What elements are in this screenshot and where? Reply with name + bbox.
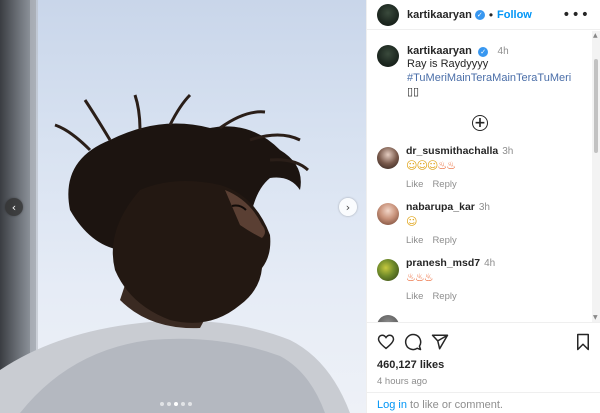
comment-time: 4h [484,258,496,269]
scrollbar-thumb[interactable] [594,59,598,153]
like-comment-button[interactable]: Like [406,235,423,246]
reply-button[interactable]: Reply [432,179,456,190]
share-icon[interactable] [431,333,449,351]
verified-badge-icon: ✓ [478,47,489,57]
previous-slide-button[interactable]: ‹ [5,198,23,216]
post-time: 4 hours ago [377,376,428,387]
post-footer: 460,127 likes 4 hours ago Log in to like… [367,322,600,413]
commenter-avatar[interactable] [377,259,399,281]
comments-list[interactable]: kartikaaryan ✓ 4h Ray is Raydyyyy #TuMer… [367,31,593,322]
commenter-avatar[interactable] [377,147,399,169]
hashtag-link[interactable]: #TuMeriMainTeraMainTeraTuMeri [407,72,571,84]
comment-text: ♨♨♨ [406,271,434,284]
commenter-avatar[interactable] [377,203,399,225]
heart-icon[interactable] [377,333,395,351]
comment-text: ☺☺☺♨♨ [406,159,456,172]
scroll-down-icon[interactable]: ▼ [593,314,598,321]
portrait-figure [0,93,350,413]
slide-indicator [160,402,192,406]
next-slide-button[interactable]: › [339,198,357,216]
bookmark-icon[interactable] [575,333,591,351]
comment-text: ☺ [406,215,418,228]
comment-item: nabarupa_kar 3h ☺ Like Reply [377,201,583,246]
slide-dot-active [174,402,178,406]
like-comment-button[interactable]: Like [406,291,423,302]
caption-text: Ray is Raydyyyy [407,58,489,70]
verified-badge-icon: ✓ [474,9,485,20]
action-bar [377,331,591,353]
commenter-username[interactable]: pranesh_msd7 [406,257,480,269]
slide-dot [188,402,192,406]
caption: kartikaaryan ✓ 4h Ray is Raydyyyy #TuMer… [377,43,583,99]
commenter-username[interactable]: nabarupa_kar [406,201,475,213]
scroll-up-icon[interactable]: ▲ [593,32,598,39]
likes-count[interactable]: 460,127 likes [377,359,591,371]
slide-dot [160,402,164,406]
caption-avatar[interactable] [377,45,399,67]
commenter-avatar[interactable] [377,315,399,322]
author-avatar[interactable] [377,3,399,26]
post-image[interactable]: ‹ › [0,0,366,413]
load-more-comments[interactable]: + [377,115,583,131]
comment-time: 3h [478,202,490,213]
login-prompt-text: to like or comment. [406,399,503,411]
comment-icon[interactable] [404,333,422,351]
caption-time: 4h [497,46,509,57]
post-side-panel: kartikaaryan ✓ • Follow ••• kartikaaryan… [366,0,600,413]
author-username[interactable]: kartikaaryan [407,9,472,21]
follow-button[interactable]: Follow [497,9,532,21]
comment-item: dr_susmithachalla 3h ☺☺☺♨♨ Like Reply [377,145,583,190]
comment-item: pranesh_msd7 4h ♨♨♨ Like Reply [377,257,583,302]
more-options-icon[interactable]: ••• [562,7,590,23]
caption-username[interactable]: kartikaaryan [407,45,472,57]
comment-item-partial [377,313,583,322]
separator: • [488,7,494,22]
commenter-username[interactable]: dr_susmithachalla [406,145,498,157]
slide-dot [181,402,185,406]
reply-button[interactable]: Reply [432,235,456,246]
caption-trailing: ▯▯ [407,86,420,98]
like-comment-button[interactable]: Like [406,179,423,190]
login-link[interactable]: Log in [377,399,407,411]
comment-time: 3h [502,146,514,157]
login-prompt: Log in to like or comment. [367,392,600,413]
reply-button[interactable]: Reply [432,291,456,302]
comments-scrollbar[interactable]: ▲ ▼ [592,31,600,322]
post-header: kartikaaryan ✓ • Follow ••• [367,0,600,30]
slide-dot [167,402,171,406]
plus-circle-icon[interactable]: + [472,115,488,131]
